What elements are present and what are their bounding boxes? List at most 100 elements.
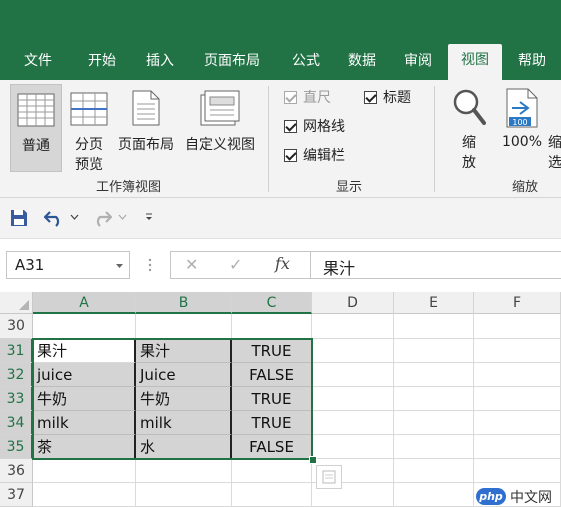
quick-analysis-button[interactable] bbox=[316, 465, 342, 489]
cell-a35[interactable]: 茶 bbox=[33, 435, 136, 459]
table-row[interactable] bbox=[474, 435, 561, 459]
headings-checkbox[interactable]: 标题 bbox=[364, 88, 411, 108]
column-header-c[interactable]: C bbox=[232, 292, 312, 314]
headings-label: 标题 bbox=[383, 90, 411, 106]
gridlines-checkbox[interactable]: 网格线 bbox=[284, 117, 345, 137]
cell-a31[interactable]: 果汁 bbox=[33, 339, 136, 363]
tab-data[interactable]: 数据 bbox=[336, 48, 388, 74]
table-row[interactable] bbox=[474, 459, 561, 483]
table-row[interactable] bbox=[312, 387, 394, 411]
tab-view[interactable]: 视图 bbox=[448, 44, 502, 80]
show-group-label: 显示 bbox=[336, 180, 363, 195]
column-header-a[interactable]: A bbox=[33, 292, 136, 314]
cell-c33[interactable]: TRUE bbox=[232, 387, 312, 411]
row-header-30[interactable]: 30 bbox=[0, 314, 33, 339]
customize-qat-icon[interactable] bbox=[144, 212, 154, 222]
table-row[interactable] bbox=[312, 363, 394, 387]
column-header-e[interactable]: E bbox=[394, 292, 474, 314]
cell-a34[interactable]: milk bbox=[33, 411, 136, 435]
column-header-b[interactable]: B bbox=[136, 292, 232, 314]
table-row[interactable] bbox=[474, 339, 561, 363]
cell-b31[interactable]: 果汁 bbox=[136, 339, 232, 363]
name-box[interactable]: A31 bbox=[6, 251, 130, 279]
site-watermark: php 中文网 bbox=[474, 487, 561, 507]
zoom-100-button[interactable]: 100 100% bbox=[498, 84, 548, 172]
formula-input[interactable]: 果汁 bbox=[310, 251, 561, 279]
save-icon[interactable] bbox=[10, 209, 28, 227]
ruler-checkbox[interactable]: 直尺 bbox=[284, 88, 331, 108]
row-header-31[interactable]: 31 bbox=[0, 339, 33, 363]
table-row[interactable] bbox=[474, 363, 561, 387]
tab-review[interactable]: 审阅 bbox=[392, 48, 444, 74]
table-row[interactable] bbox=[474, 387, 561, 411]
tab-file[interactable]: 文件 bbox=[10, 48, 66, 74]
cell-c32[interactable]: FALSE bbox=[232, 363, 312, 387]
table-row[interactable] bbox=[33, 314, 136, 339]
table-row[interactable] bbox=[33, 483, 136, 507]
tab-formulas[interactable]: 公式 bbox=[280, 48, 332, 74]
cell-b34[interactable]: milk bbox=[136, 411, 232, 435]
page-layout-view-button[interactable]: 页面布局 bbox=[114, 84, 178, 172]
cell-c35[interactable]: FALSE bbox=[232, 435, 312, 459]
row-header-35[interactable]: 35 bbox=[0, 435, 33, 459]
fill-handle[interactable] bbox=[309, 456, 317, 464]
table-row[interactable] bbox=[232, 483, 312, 507]
page-break-preview-button[interactable]: 分页 预览 bbox=[66, 84, 112, 173]
redo-dropdown-icon[interactable] bbox=[118, 214, 127, 220]
tab-home[interactable]: 开始 bbox=[76, 48, 128, 74]
table-row[interactable] bbox=[474, 314, 561, 339]
table-row[interactable] bbox=[394, 435, 474, 459]
redo-icon[interactable] bbox=[92, 209, 112, 227]
table-row[interactable] bbox=[232, 314, 312, 339]
table-row[interactable] bbox=[136, 483, 232, 507]
table-row[interactable] bbox=[394, 483, 474, 507]
cell-b33[interactable]: 牛奶 bbox=[136, 387, 232, 411]
table-row[interactable] bbox=[312, 339, 394, 363]
column-header-d[interactable]: D bbox=[312, 292, 394, 314]
table-row[interactable] bbox=[312, 411, 394, 435]
row-header-33[interactable]: 33 bbox=[0, 387, 33, 411]
table-row[interactable] bbox=[394, 363, 474, 387]
table-row[interactable] bbox=[312, 314, 394, 339]
cell-b35[interactable]: 水 bbox=[136, 435, 232, 459]
tab-page-layout[interactable]: 页面布局 bbox=[192, 48, 272, 74]
custom-views-button[interactable]: 自定义视图 bbox=[180, 84, 258, 172]
cancel-icon[interactable]: ✕ bbox=[185, 255, 198, 274]
zoom-group-label: 缩放 bbox=[512, 180, 539, 195]
cell-c34[interactable]: TRUE bbox=[232, 411, 312, 435]
table-row[interactable] bbox=[33, 459, 136, 483]
table-row[interactable] bbox=[394, 387, 474, 411]
table-row[interactable] bbox=[394, 459, 474, 483]
row-header-32[interactable]: 32 bbox=[0, 363, 33, 387]
column-header-f[interactable]: F bbox=[474, 292, 561, 314]
table-row[interactable] bbox=[136, 459, 232, 483]
table-row[interactable] bbox=[394, 339, 474, 363]
enter-icon[interactable]: ✓ bbox=[229, 255, 242, 274]
zoom-100-label: 100% bbox=[501, 134, 543, 150]
row-header-34[interactable]: 34 bbox=[0, 411, 33, 435]
normal-view-button[interactable]: 普通 bbox=[10, 84, 62, 172]
table-row[interactable] bbox=[394, 314, 474, 339]
undo-dropdown-icon[interactable] bbox=[70, 214, 79, 220]
name-box-dropdown-icon[interactable] bbox=[115, 263, 124, 269]
resize-handle-icon[interactable] bbox=[148, 257, 152, 273]
undo-icon[interactable] bbox=[44, 209, 64, 227]
zoom-to-selection-button[interactable]: 缩 选 bbox=[548, 84, 561, 172]
formula-bar-checkbox[interactable]: 编辑栏 bbox=[284, 146, 345, 166]
cell-a33[interactable]: 牛奶 bbox=[33, 387, 136, 411]
cell-b32[interactable]: Juice bbox=[136, 363, 232, 387]
table-row[interactable] bbox=[474, 411, 561, 435]
cell-c31[interactable]: TRUE bbox=[232, 339, 312, 363]
table-row[interactable] bbox=[394, 411, 474, 435]
table-row[interactable] bbox=[136, 314, 232, 339]
row-header-36[interactable]: 36 bbox=[0, 459, 33, 483]
tab-insert[interactable]: 插入 bbox=[134, 48, 186, 74]
insert-function-icon[interactable]: fx bbox=[275, 254, 290, 273]
select-all-button[interactable] bbox=[0, 292, 33, 314]
zoom-button[interactable]: 缩 放 bbox=[446, 84, 492, 172]
tab-help[interactable]: 帮助 bbox=[506, 48, 558, 74]
row-header-37[interactable]: 37 bbox=[0, 483, 33, 507]
cell-a32[interactable]: juice bbox=[33, 363, 136, 387]
table-row[interactable] bbox=[312, 435, 394, 459]
table-row[interactable] bbox=[232, 459, 312, 483]
